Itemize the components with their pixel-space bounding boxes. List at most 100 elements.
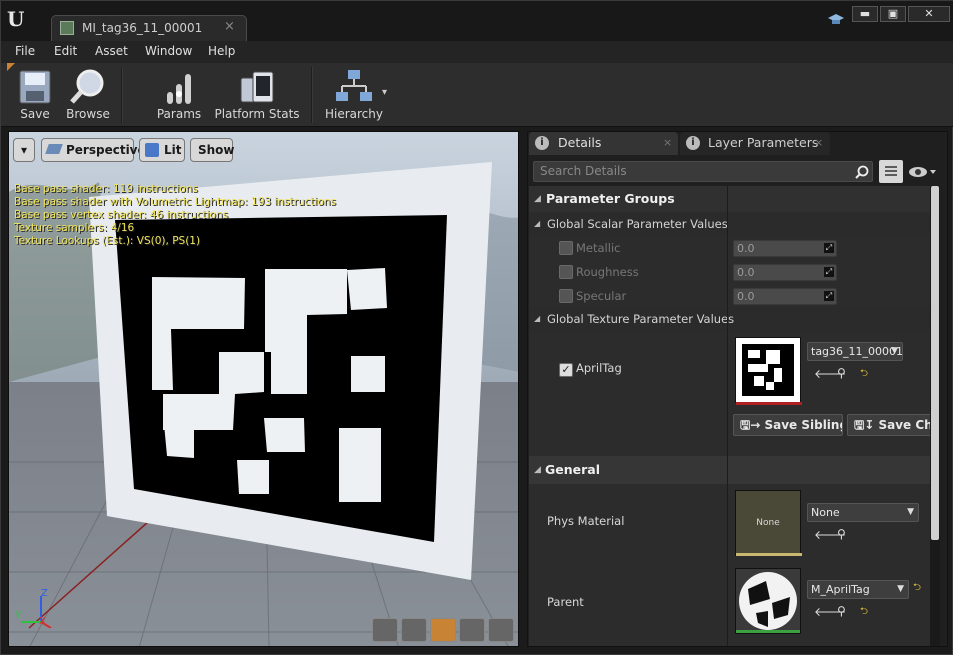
tab-layer-parameters-label: Layer Parameters — [708, 135, 819, 150]
magnifier-icon — [70, 69, 104, 104]
browse-asset-icon[interactable]: ⚲ — [837, 604, 846, 618]
cylinder-preview-button[interactable] — [372, 618, 398, 642]
search-placeholder: Search Details — [540, 164, 627, 178]
cube-preview-button[interactable] — [459, 618, 485, 642]
roughness-value-field[interactable]: 0.0 ⤢ — [733, 264, 837, 281]
category-label: General — [545, 462, 600, 477]
menu-window[interactable]: Window — [145, 44, 192, 58]
view-options-list-button[interactable] — [879, 160, 903, 183]
hierarchy-label: Hierarchy — [324, 107, 383, 121]
phys-material-dropdown[interactable]: None ▼ — [807, 503, 919, 522]
category-parameter-groups[interactable]: ◢ Parameter Groups — [529, 186, 935, 212]
metallic-value-field[interactable]: 0.0 ⤢ — [733, 240, 837, 257]
toolbar-separator — [311, 67, 313, 123]
tab-close-icon[interactable]: × — [663, 132, 672, 154]
apriltag-texture-name: tag36_11_00001 — [811, 345, 903, 358]
tab-close-icon[interactable]: × — [814, 132, 823, 154]
reset-arrow-icon[interactable]: ⤢ — [824, 267, 834, 277]
reset-arrow-icon[interactable]: ⤢ — [824, 243, 834, 253]
category-general[interactable]: ◢ General — [529, 456, 935, 484]
document-tab-label: MI_tag36_11_00001 — [82, 21, 203, 35]
tab-close-icon[interactable]: × — [224, 19, 235, 34]
apriltag-checkbox[interactable]: ✓ — [559, 363, 573, 377]
metallic-label: Metallic — [576, 241, 621, 255]
specular-value-field[interactable]: 0.0 ⤢ — [733, 288, 837, 305]
details-scrollbar[interactable] — [930, 186, 940, 646]
reset-arrow-icon[interactable]: ⤢ — [824, 291, 834, 301]
roughness-label: Roughness — [576, 265, 639, 279]
material-preview-viewport[interactable]: ▾ Perspective Lit Show Base pass shader:… — [8, 131, 519, 647]
menu-file[interactable]: File — [15, 44, 35, 58]
group-label: Global Texture Parameter Values — [547, 312, 735, 326]
specular-checkbox[interactable] — [559, 289, 573, 303]
reset-to-default-icon[interactable]: ⮌ — [860, 604, 868, 621]
lit-label: Lit — [164, 143, 182, 157]
show-button[interactable]: Show — [190, 138, 235, 162]
metallic-checkbox[interactable] — [559, 241, 573, 255]
roughness-checkbox[interactable] — [559, 265, 573, 279]
maximize-button[interactable]: ▣ — [880, 6, 906, 22]
save-child-icon: 🖫↧ — [854, 418, 875, 432]
details-property-list: ◢ Parameter Groups ◢ Global Scalar Param… — [529, 186, 935, 646]
phys-material-thumbnail[interactable]: None — [735, 490, 802, 556]
document-tab[interactable]: MI_tag36_11_00001 × — [51, 15, 247, 41]
shader-stats: Base pass shader: 119 instructions Base … — [14, 183, 336, 248]
search-icon — [855, 165, 869, 179]
group-global-scalar[interactable]: ◢ Global Scalar Parameter Values — [529, 212, 935, 236]
stat-line: Base pass vertex shader: 46 instructions — [14, 209, 229, 221]
scrollbar-thumb[interactable] — [931, 186, 939, 540]
unreal-logo-icon[interactable]: U — [7, 7, 29, 31]
axis-x-label: X — [39, 616, 46, 627]
save-button[interactable]: Save — [11, 67, 59, 123]
tab-details[interactable]: i Details × — [529, 132, 678, 155]
axis-gizmo-icon — [21, 596, 52, 628]
tab-layer-parameters[interactable]: i Layer Parameters × — [680, 132, 830, 155]
group-global-texture[interactable]: ◢ Global Texture Parameter Values — [529, 307, 935, 331]
platform-stats-button[interactable]: Platform Stats — [213, 67, 301, 123]
row-phys-material: Phys Material None None ▼ 🡐 ⚲ — [529, 484, 935, 564]
plane-preview-button[interactable] — [430, 618, 456, 642]
editor-window: U MI_tag36_11_00001 × ▬ ▣ ✕ File Edit As… — [0, 0, 953, 655]
eye-icon[interactable] — [908, 162, 938, 182]
custom-mesh-preview-button[interactable] — [488, 618, 514, 642]
sphere-preview-button[interactable] — [401, 618, 427, 642]
params-button[interactable]: Params — [153, 67, 205, 123]
parent-dropdown[interactable]: M_AprilTag ▼ — [807, 580, 909, 599]
row-parent: Parent M_AprilTag ▼ ⮌ 🡐 ⚲ ⮌ — [529, 564, 935, 646]
browse-button[interactable]: Browse — [63, 67, 113, 123]
perspective-button[interactable]: Perspective — [41, 138, 146, 162]
category-label: Parameter Groups — [546, 191, 675, 206]
phys-material-label: Phys Material — [547, 514, 625, 528]
save-sibling-label: Save Sibling — [764, 418, 843, 432]
apriltag-texture-thumbnail[interactable] — [735, 337, 802, 405]
reset-to-default-icon[interactable]: ⮌ — [860, 366, 868, 383]
viewport-options-button[interactable]: ▾ — [13, 138, 35, 162]
hierarchy-button[interactable]: Hierarchy — [323, 67, 385, 123]
browse-asset-icon[interactable]: ⚲ — [837, 527, 846, 541]
learning-cap-icon[interactable] — [827, 12, 845, 28]
platform-stats-label: Platform Stats — [214, 107, 300, 121]
specular-label: Specular — [576, 289, 627, 303]
parent-material-thumbnail[interactable] — [735, 568, 801, 634]
stat-line: Texture Lookups (Est.): VS(0), PS(1) — [14, 235, 201, 247]
minimize-button[interactable]: ▬ — [852, 6, 878, 22]
menu-asset[interactable]: Asset — [95, 44, 128, 58]
search-details-input[interactable]: Search Details — [533, 161, 873, 182]
hierarchy-dropdown-icon[interactable]: ▾ — [382, 87, 387, 98]
tab-details-label: Details — [558, 135, 602, 150]
material-type-underline — [736, 630, 800, 633]
perspective-label: Perspective — [66, 143, 146, 157]
column-splitter[interactable] — [727, 186, 728, 646]
save-sibling-button[interactable]: 🖫→ Save Sibling — [733, 414, 843, 436]
menu-edit[interactable]: Edit — [54, 44, 77, 58]
reset-to-default-icon[interactable]: ⮌ — [913, 580, 921, 597]
lit-button[interactable]: Lit — [139, 138, 185, 162]
browse-asset-icon[interactable]: ⚲ — [837, 366, 846, 380]
close-button[interactable]: ✕ — [908, 6, 950, 22]
collapse-arrow-icon: ◢ — [534, 219, 541, 228]
lit-cube-icon — [145, 143, 159, 157]
save-child-button[interactable]: 🖫↧ Save Child — [847, 414, 935, 436]
menu-help[interactable]: Help — [208, 44, 235, 58]
apriltag-texture-dropdown[interactable]: tag36_11_00001 ▼ — [807, 342, 903, 361]
apriltag-label: AprilTag — [576, 361, 622, 375]
